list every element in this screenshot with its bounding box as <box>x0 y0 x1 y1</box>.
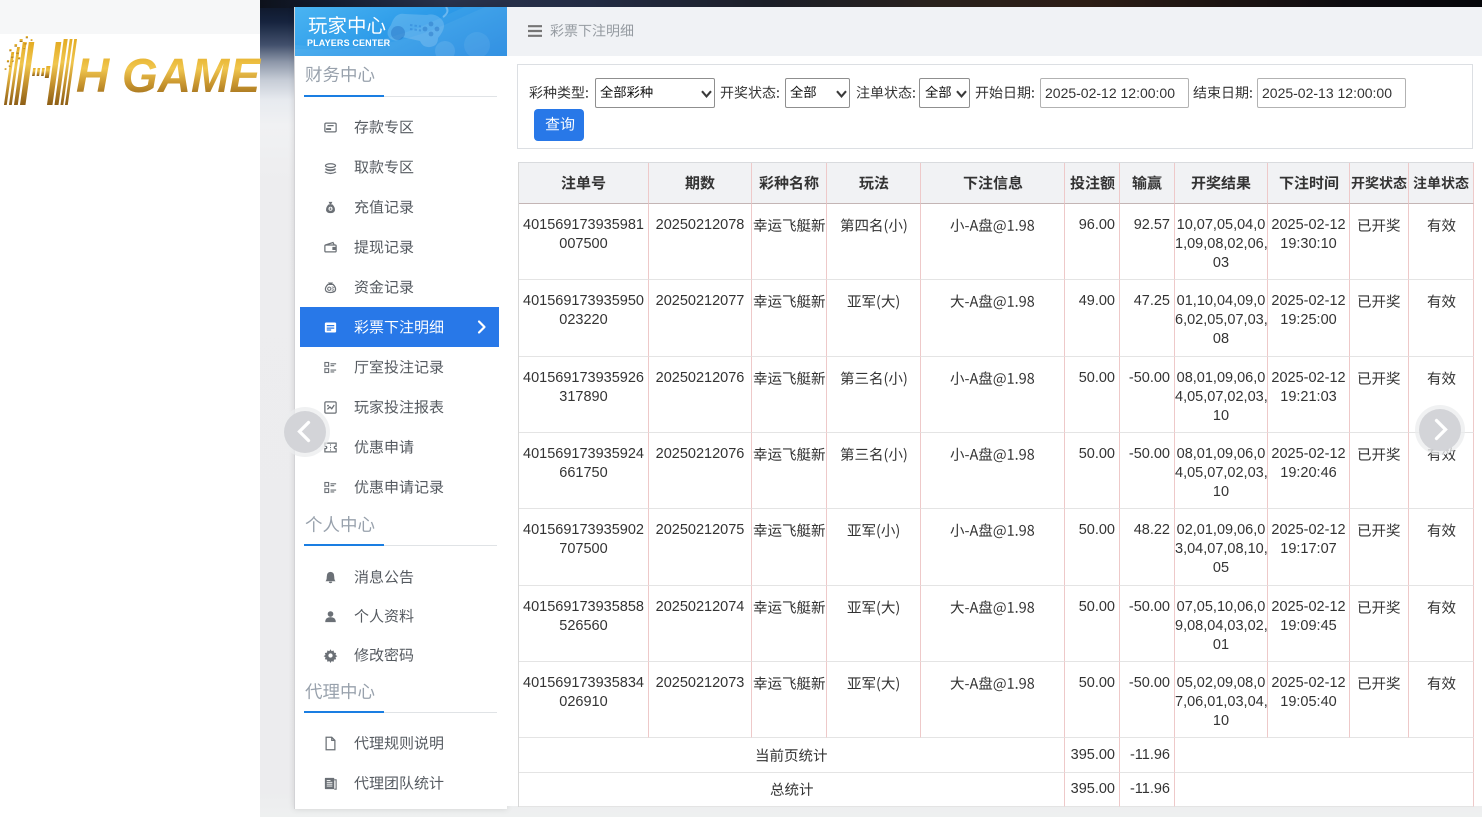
svg-text:H GAME: H GAME <box>76 50 262 103</box>
